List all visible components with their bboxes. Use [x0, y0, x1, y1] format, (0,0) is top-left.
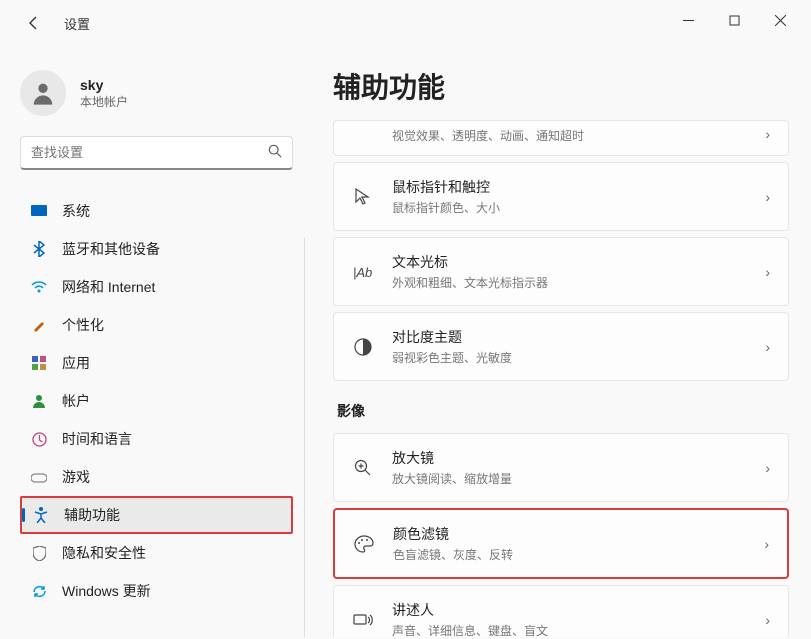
- chevron-right-icon: ›: [765, 460, 770, 476]
- minimize-button[interactable]: [665, 4, 711, 36]
- effects-icon: [352, 123, 374, 145]
- gamepad-icon: [30, 468, 48, 486]
- chevron-right-icon: ›: [765, 612, 770, 628]
- settings-card-magnifier[interactable]: 放大镜 放大镜阅读、缩放增量 ›: [333, 433, 789, 502]
- settings-card-mouse-pointer[interactable]: 鼠标指针和触控 鼠标指针颜色、大小 ›: [333, 162, 789, 231]
- search-box[interactable]: [20, 136, 293, 170]
- sidebar-item-personalize[interactable]: 个性化: [20, 306, 293, 344]
- settings-card-visual-effects[interactable]: 视觉效果、透明度、动画、通知超时 ›: [333, 120, 789, 156]
- sidebar-item-label: 网络和 Internet: [62, 277, 155, 297]
- card-sub: 鼠标指针颜色、大小: [392, 199, 747, 216]
- search-icon: [268, 144, 282, 161]
- card-title: 颜色滤镜: [393, 524, 746, 544]
- sidebar-item-label: 游戏: [62, 467, 90, 487]
- card-sub: 外观和粗细、文本光标指示器: [392, 274, 747, 291]
- text-cursor-icon: |Ab: [352, 261, 374, 283]
- sidebar-item-accounts[interactable]: 帐户: [20, 382, 293, 420]
- settings-card-color-filters[interactable]: 颜色滤镜 色盲滤镜、灰度、反转 ›: [333, 508, 789, 579]
- maximize-button[interactable]: [711, 4, 757, 36]
- card-title: 鼠标指针和触控: [392, 177, 747, 197]
- sidebar-item-time-language[interactable]: 时间和语言: [20, 420, 293, 458]
- svg-text:|Ab: |Ab: [353, 265, 372, 280]
- avatar: [20, 70, 66, 116]
- sidebar-item-label: Windows 更新: [62, 581, 151, 601]
- wifi-icon: [30, 278, 48, 296]
- bluetooth-icon: [30, 240, 48, 258]
- accessibility-icon: [32, 506, 50, 524]
- card-sub: 色盲滤镜、灰度、反转: [393, 546, 746, 563]
- chevron-right-icon: ›: [764, 536, 769, 552]
- sidebar-item-label: 隐私和安全性: [62, 543, 146, 563]
- apps-icon: [30, 354, 48, 372]
- brush-icon: [30, 316, 48, 334]
- settings-card-narrator[interactable]: 讲述人 声音、详细信息、键盘、盲文 ›: [333, 585, 789, 637]
- sidebar-item-system[interactable]: 系统: [20, 192, 293, 230]
- sidebar-item-label: 时间和语言: [62, 429, 132, 449]
- main-content: 辅助功能 视觉效果、透明度、动画、通知超时 › 鼠标指针和触控 鼠标指针颜色、大…: [305, 38, 811, 637]
- contrast-icon: [352, 336, 374, 358]
- chevron-right-icon: ›: [765, 339, 770, 355]
- app-title: 设置: [64, 14, 90, 33]
- sidebar-item-label: 帐户: [62, 391, 90, 411]
- settings-card-contrast-themes[interactable]: 对比度主题 弱视彩色主题、光敏度 ›: [333, 312, 789, 381]
- sidebar-item-label: 系统: [62, 201, 90, 221]
- sidebar-item-label: 应用: [62, 353, 90, 373]
- sidebar-item-privacy[interactable]: 隐私和安全性: [20, 534, 293, 572]
- narrator-icon: [352, 609, 374, 631]
- back-button[interactable]: [20, 9, 48, 37]
- card-sub: 视觉效果、透明度、动画、通知超时: [392, 127, 747, 144]
- person-icon: [30, 392, 48, 410]
- shield-icon: [30, 544, 48, 562]
- search-input[interactable]: [31, 145, 268, 160]
- settings-card-text-cursor[interactable]: |Ab 文本光标 外观和粗细、文本光标指示器 ›: [333, 237, 789, 306]
- globe-clock-icon: [30, 430, 48, 448]
- mouse-icon: [352, 186, 374, 208]
- chevron-right-icon: ›: [765, 126, 770, 142]
- nav-list: 系统 蓝牙和其他设备 网络和 Internet 个性化: [20, 192, 293, 610]
- palette-icon: [353, 533, 375, 555]
- user-account-type: 本地帐户: [80, 93, 128, 110]
- page-title: 辅助功能: [333, 66, 789, 106]
- magnifier-icon: [352, 457, 374, 479]
- section-label-video: 影像: [337, 401, 789, 421]
- close-button[interactable]: [757, 4, 803, 36]
- card-title: 文本光标: [392, 252, 747, 272]
- sidebar-item-label: 个性化: [62, 315, 104, 335]
- user-name: sky: [80, 77, 128, 93]
- sidebar-item-label: 辅助功能: [64, 505, 120, 525]
- sidebar: sky 本地帐户 系统 蓝牙和其他设备: [0, 38, 305, 637]
- card-title: 放大镜: [392, 448, 747, 468]
- chevron-right-icon: ›: [765, 189, 770, 205]
- update-icon: [30, 582, 48, 600]
- sidebar-item-bluetooth[interactable]: 蓝牙和其他设备: [20, 230, 293, 268]
- card-sub: 弱视彩色主题、光敏度: [392, 349, 747, 366]
- sidebar-item-gaming[interactable]: 游戏: [20, 458, 293, 496]
- sidebar-divider: [304, 238, 305, 637]
- chevron-right-icon: ›: [765, 264, 770, 280]
- card-sub: 放大镜阅读、缩放增量: [392, 470, 747, 487]
- sidebar-item-network[interactable]: 网络和 Internet: [20, 268, 293, 306]
- card-sub: 声音、详细信息、键盘、盲文: [392, 622, 747, 637]
- card-title: 讲述人: [392, 600, 747, 620]
- sidebar-item-apps[interactable]: 应用: [20, 344, 293, 382]
- system-icon: [30, 202, 48, 220]
- sidebar-item-label: 蓝牙和其他设备: [62, 239, 160, 259]
- sidebar-item-accessibility[interactable]: 辅助功能: [20, 496, 293, 534]
- sidebar-item-windows-update[interactable]: Windows 更新: [20, 572, 293, 610]
- user-profile[interactable]: sky 本地帐户: [20, 70, 293, 116]
- card-title: 对比度主题: [392, 327, 747, 347]
